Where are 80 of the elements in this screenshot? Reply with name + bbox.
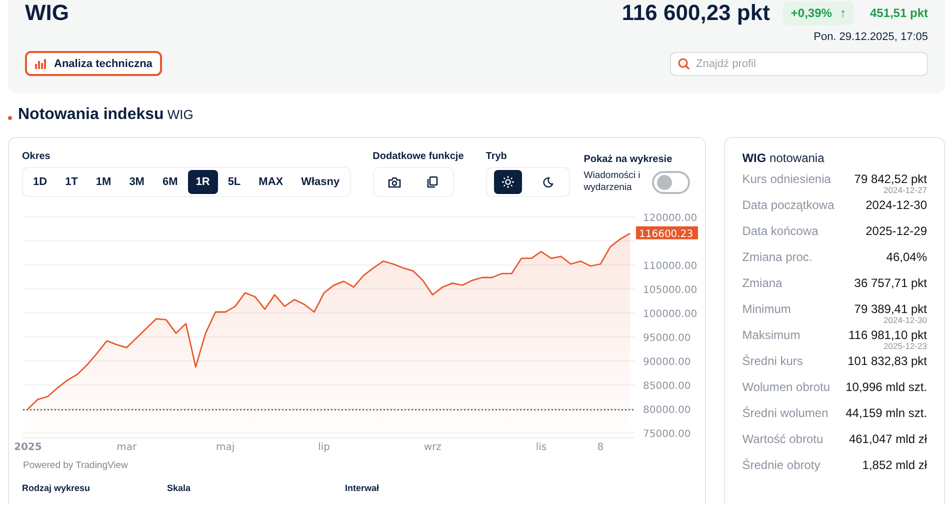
mode-toggle[interactable] xyxy=(494,170,522,194)
x-axis-label: 8 xyxy=(597,442,604,453)
stat-value: 2025-12-29 xyxy=(866,223,927,238)
x-axis-label: wrz xyxy=(424,442,442,453)
stat-value: 44,159 mln szt. xyxy=(846,405,927,420)
y-axis-label: 110000.00 xyxy=(643,261,698,272)
stat-value: 79 842,52 pkt xyxy=(854,171,927,186)
section-label: Skala xyxy=(167,483,192,493)
section-title: Notowania indeksu WIG xyxy=(18,106,194,124)
functions-label: Dodatkowe funkcje xyxy=(372,151,464,163)
x-axis-label: mar xyxy=(116,442,137,453)
news-events-label: Wiadomości i wydarzenia xyxy=(584,170,642,194)
stats-title: WIG notowania xyxy=(742,151,826,165)
y-axis-label: 105000.00 xyxy=(643,285,698,296)
index-title: WIG xyxy=(25,1,70,25)
x-axis-label: lip xyxy=(318,442,330,453)
period-tab[interactable]: 1D xyxy=(25,170,56,194)
y-axis-label: 100000.00 xyxy=(643,309,698,320)
stat-label: Data końcowa xyxy=(742,223,818,240)
stat-label: Zmiana xyxy=(742,275,782,292)
search-icon xyxy=(678,58,690,70)
stat-label: Średnie obroty xyxy=(742,457,820,474)
stat-value: 79 389,41 pkt xyxy=(854,301,927,316)
stat-value: 2024-12-30 xyxy=(866,197,927,212)
stat-label: Średni kurs xyxy=(742,353,803,370)
x-axis-label: 2025 xyxy=(15,442,42,453)
change-value: 451,51 pkt xyxy=(870,6,928,20)
period-tab[interactable]: MAX xyxy=(250,170,292,194)
stat-label: Data początkowa xyxy=(742,197,834,214)
stat-value: 10,996 mld szt. xyxy=(846,379,927,394)
stat-value: 101 832,83 pkt xyxy=(848,353,927,368)
stat-value: 461,047 mld zł xyxy=(848,431,927,446)
y-axis-label: 75000.00 xyxy=(643,429,691,440)
toggle-switch[interactable] xyxy=(652,170,690,194)
last-price-label: 116600.23 xyxy=(636,226,698,240)
copy-icon[interactable] xyxy=(427,176,438,188)
period-tab[interactable]: 3M xyxy=(121,170,152,194)
section-label: Rodzaj wykresu xyxy=(22,483,92,493)
period-tab[interactable]: 6M xyxy=(154,170,186,194)
stat-label: Kurs odniesienia xyxy=(742,171,831,188)
stat-label: Średni wolumen xyxy=(742,405,828,422)
y-axis-label: 90000.00 xyxy=(643,357,691,368)
stat-date: 2024-12-27 xyxy=(884,185,927,195)
stat-date: 2025-12-23 xyxy=(884,341,927,351)
y-axis-label: 85000.00 xyxy=(643,381,691,392)
index-price: 116 600,23 pkt xyxy=(622,1,770,25)
period-tab[interactable]: 1R xyxy=(188,170,218,194)
y-axis-label: 95000.00 xyxy=(643,333,691,344)
x-axis-label: maj xyxy=(216,442,235,453)
period-tab[interactable]: Własny xyxy=(293,170,348,194)
show-on-chart-label: Pokaż na wykresie xyxy=(584,154,674,166)
moon-icon xyxy=(542,176,554,188)
sun-icon xyxy=(502,176,514,188)
period-tab[interactable]: 5L xyxy=(220,170,249,194)
stat-value: 46,04% xyxy=(886,249,927,264)
stat-label: Wolumen obrotu xyxy=(742,379,830,396)
search-field[interactable]: Znajdź profil xyxy=(670,52,928,76)
section-label: Interwał xyxy=(345,483,380,493)
stat-label: Zmiana proc. xyxy=(742,249,812,266)
stat-label: Wartość obrotu xyxy=(742,431,824,448)
bar-chart-icon xyxy=(35,58,47,68)
x-axis-label: lis xyxy=(536,442,547,453)
y-axis-label: 80000.00 xyxy=(643,405,691,416)
bullet-dot xyxy=(8,116,12,120)
mode-label: Tryb xyxy=(486,151,508,163)
quote-datetime: Pon. 29.12.2025, 17:05 xyxy=(812,31,928,45)
stat-value: 116 981,10 pkt xyxy=(848,327,927,342)
stat-label: Maksimum xyxy=(742,327,800,344)
change-percent-badge: +0,39% ↑ xyxy=(782,1,854,25)
stat-value: 36 757,71 pkt xyxy=(854,275,927,290)
period-tab[interactable]: 1M xyxy=(88,170,120,194)
stat-label: Minimum xyxy=(742,301,791,318)
analysis-button[interactable]: Analiza techniczna xyxy=(25,51,162,76)
stat-value: 1,852 mld zł xyxy=(862,457,927,472)
period-tab[interactable]: 1T xyxy=(57,170,86,194)
camera-icon[interactable] xyxy=(388,176,401,188)
powered-by-text: Powered by TradingView xyxy=(23,460,129,471)
period-label: Okres xyxy=(22,151,52,163)
stat-date: 2024-12-30 xyxy=(884,315,927,325)
y-axis-label: 120000.00 xyxy=(643,213,698,224)
